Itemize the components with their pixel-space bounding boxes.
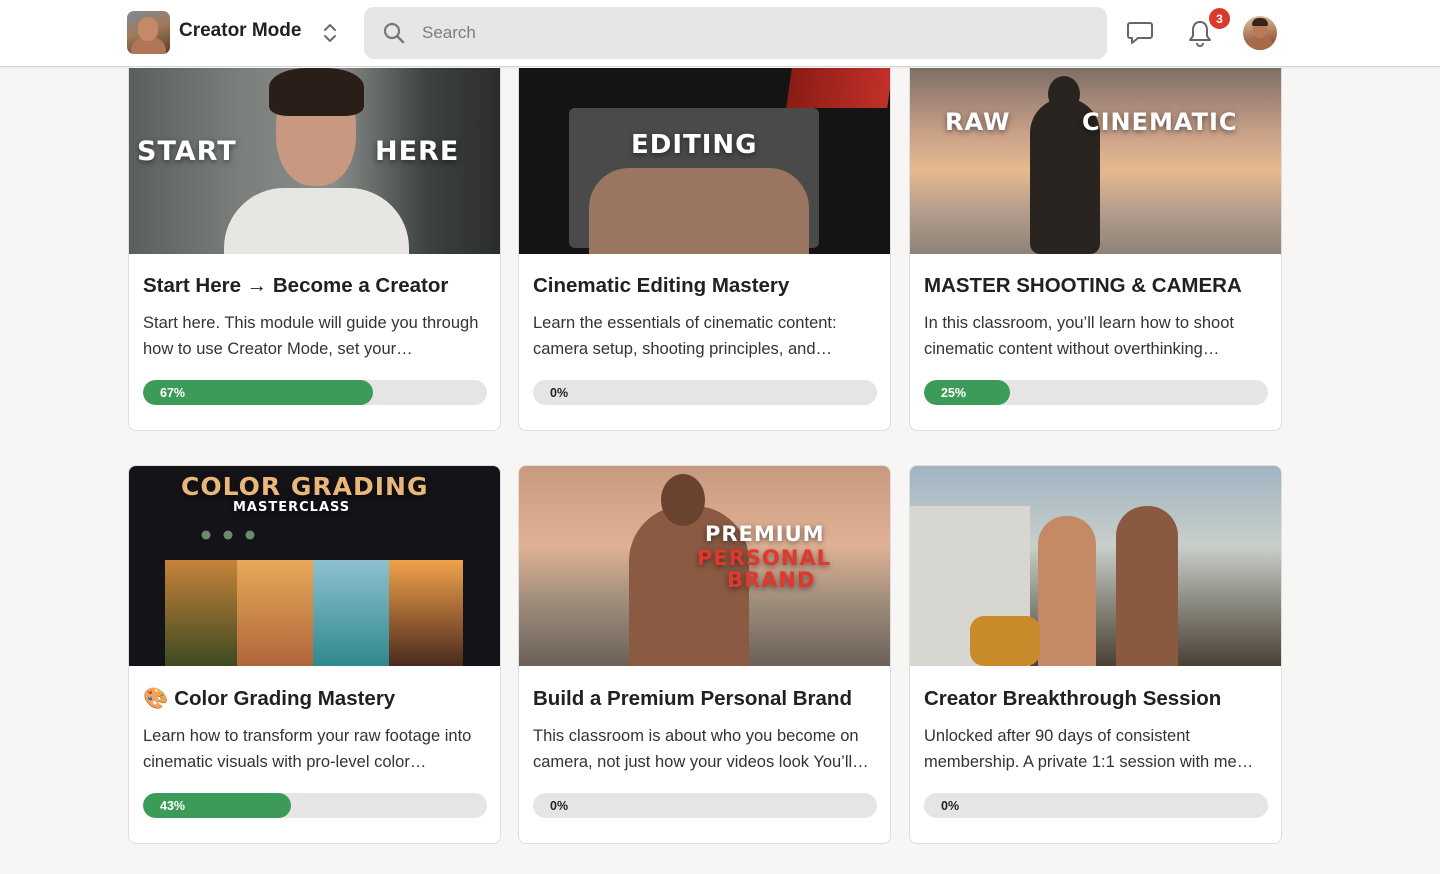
avatar-figure-face — [138, 17, 158, 41]
thumb-color-wheels — [195, 526, 261, 544]
course-title[interactable]: MASTER SHOOTING & CAMERA — [924, 274, 1269, 298]
thumb-title-left: START — [137, 136, 237, 167]
search-input[interactable] — [422, 17, 1082, 49]
thumb-title-right: CINEMATIC — [1082, 108, 1238, 136]
course-description: Learn how to transform your raw footage … — [143, 727, 472, 771]
thumb-title-left: RAW — [945, 108, 1011, 136]
search-bar[interactable] — [364, 7, 1107, 59]
thumb-figure-hair — [269, 68, 364, 116]
course-card-breakthrough[interactable]: Creator Breakthrough Session Unlocked af… — [909, 465, 1282, 844]
course-thumbnail: PREMIUM PERSONAL BRAND — [519, 466, 890, 666]
course-progress-bar: 67% — [143, 380, 487, 405]
course-title[interactable]: 🎨 Color Grading Mastery — [143, 687, 488, 711]
course-progress-bar: 43% — [143, 793, 487, 818]
thumb-photo-dusk — [389, 560, 463, 666]
progress-fill — [924, 380, 1010, 405]
thumb-photo-jungle — [165, 560, 237, 666]
course-thumbnail: EDITING — [519, 68, 890, 254]
thumb-hands — [589, 168, 809, 254]
thumb-title: COLOR GRADING — [181, 472, 429, 501]
thumb-figure-shirt — [224, 188, 409, 254]
progress-label: 25% — [941, 386, 967, 400]
thumb-figure-right — [1116, 506, 1178, 666]
chevron-up-down-icon[interactable] — [320, 21, 340, 45]
course-description: Unlocked after 90 days of consistent mem… — [924, 727, 1254, 771]
search-icon — [383, 22, 405, 44]
course-description: Start here. This module will guide you t… — [143, 314, 479, 358]
chat-bubble-icon[interactable] — [1126, 20, 1154, 46]
progress-label: 0% — [941, 799, 960, 813]
course-card-color-grading[interactable]: COLOR GRADING MASTERCLASS 🎨 Color Gradin… — [128, 465, 501, 844]
course-progress-bar: 25% — [924, 380, 1268, 405]
course-description: This classroom is about who you become o… — [533, 727, 869, 771]
user-avatar[interactable] — [1243, 16, 1277, 50]
course-thumbnail: COLOR GRADING MASTERCLASS — [129, 466, 500, 666]
progress-label: 0% — [550, 386, 569, 400]
top-header: Creator Mode 3 — [0, 0, 1440, 67]
user-avatar-body — [1246, 36, 1274, 50]
user-avatar-hair — [1252, 18, 1268, 26]
thumb-scooter — [970, 616, 1040, 666]
course-title[interactable]: Build a Premium Personal Brand — [533, 687, 878, 711]
thumb-figure-head — [661, 474, 705, 526]
thumb-title: EDITING — [631, 130, 758, 160]
community-name[interactable]: Creator Mode — [179, 20, 301, 42]
course-progress-bar: 0% — [533, 380, 877, 405]
course-progress-bar: 0% — [533, 793, 877, 818]
course-title[interactable]: Cinematic Editing Mastery — [533, 274, 878, 298]
thumb-subtitle: MASTERCLASS — [233, 500, 351, 515]
course-card-editing[interactable]: EDITING Cinematic Editing Mastery Learn … — [518, 45, 891, 431]
course-thumbnail: START HERE — [129, 68, 500, 254]
thumb-photo-sunset — [237, 560, 313, 666]
course-thumbnail: RAW CINEMATIC — [910, 68, 1281, 254]
course-progress-bar: 0% — [924, 793, 1268, 818]
thumb-title-line2: PERSONAL — [697, 546, 832, 570]
course-description: Learn the essentials of cinematic conten… — [533, 314, 837, 358]
thumb-title-line1: PREMIUM — [705, 522, 825, 546]
thumb-figure-head — [1048, 76, 1080, 112]
community-avatar[interactable] — [127, 11, 170, 54]
thumb-title-right: HERE — [375, 136, 460, 167]
thumb-figure-left — [1038, 516, 1096, 666]
course-title[interactable]: Start Here → Become a Creator — [143, 274, 488, 298]
progress-label: 0% — [550, 799, 569, 813]
course-description: In this classroom, you’ll learn how to s… — [924, 314, 1234, 358]
progress-label: 67% — [160, 386, 186, 400]
progress-label: 43% — [160, 799, 186, 813]
course-card-personal-brand[interactable]: PREMIUM PERSONAL BRAND Build a Premium P… — [518, 465, 891, 844]
course-thumbnail — [910, 466, 1281, 666]
thumb-laptop-screen — [786, 68, 890, 108]
course-card-shooting[interactable]: RAW CINEMATIC MASTER SHOOTING & CAMERA I… — [909, 45, 1282, 431]
course-title[interactable]: Creator Breakthrough Session — [924, 687, 1269, 711]
course-card-start-here[interactable]: START HERE Start Here → Become a Creator… — [128, 45, 501, 431]
thumb-photo-beach — [313, 560, 389, 666]
thumb-title-line3: BRAND — [727, 568, 816, 592]
notification-count-badge: 3 — [1207, 6, 1232, 31]
